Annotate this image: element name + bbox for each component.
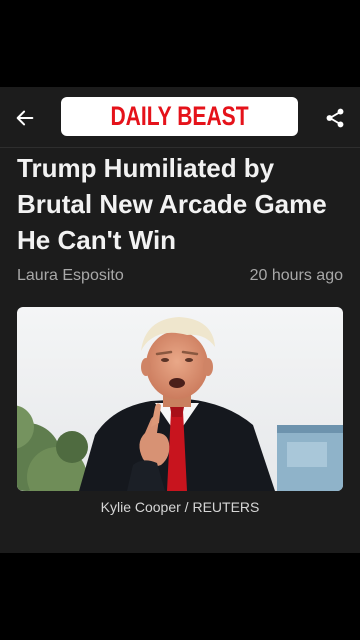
headline-line: Brutal New Arcade Game	[17, 189, 327, 219]
article-photo[interactable]	[17, 307, 343, 491]
share-icon	[326, 108, 344, 128]
logo-text: DAILY BEAST	[110, 101, 249, 131]
article-headline: Trump Humiliated by Brutal New Arcade Ga…	[17, 150, 347, 258]
photo-image	[17, 307, 343, 491]
headline-line: He Can't Win	[17, 225, 177, 255]
back-button[interactable]	[10, 103, 40, 133]
headline-line: Trump Humiliated by	[17, 153, 275, 183]
daily-beast-logo: DAILY BEAST	[61, 97, 298, 136]
article-meta: Laura Esposito 20 hours ago	[17, 267, 343, 285]
publish-time: 20 hours ago	[249, 267, 343, 284]
phone-screen: DAILY BEAST Trump Humiliated by Brutal N…	[0, 0, 360, 640]
photo-caption: Kylie Cooper / REUTERS	[100, 499, 260, 515]
article-view: DAILY BEAST Trump Humiliated by Brutal N…	[0, 87, 360, 553]
top-app-bar: DAILY BEAST	[0, 87, 360, 148]
author-name[interactable]: Laura Esposito	[17, 267, 124, 285]
share-button[interactable]	[320, 103, 350, 133]
arrow-left-icon	[16, 110, 34, 126]
